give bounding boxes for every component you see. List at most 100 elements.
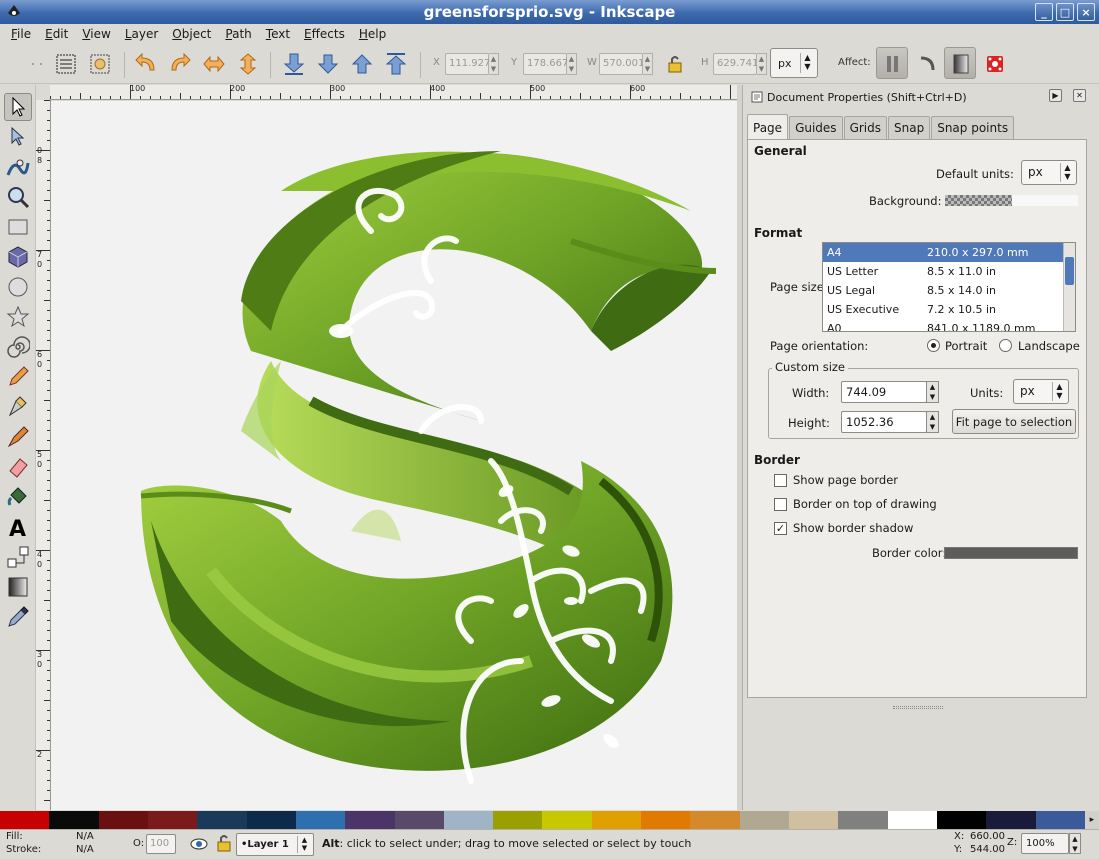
x-field[interactable]: 111.927 <box>445 53 490 75</box>
connector-tool-icon[interactable] <box>6 545 30 569</box>
dropper-tool-icon[interactable] <box>6 605 30 629</box>
zoom-spinner[interactable]: ▲ ▼ <box>1069 833 1081 854</box>
palette-swatch[interactable] <box>246 811 296 829</box>
selector-tool[interactable] <box>4 93 32 121</box>
menu-path[interactable]: Path <box>218 27 258 41</box>
tab-guides[interactable]: Guides <box>789 116 843 139</box>
deselect-icon[interactable] <box>28 52 52 76</box>
green-s-artwork[interactable] <box>51 101 738 810</box>
palette-scroll-arrow[interactable]: ▸ <box>1084 811 1099 829</box>
rotate-ccw-icon[interactable] <box>134 52 158 76</box>
menu-object[interactable]: Object <box>165 27 218 41</box>
palette-swatch[interactable] <box>98 811 148 829</box>
palette-swatch[interactable] <box>936 811 987 829</box>
landscape-radio[interactable] <box>999 339 1012 352</box>
dock-close-button[interactable]: ✕ <box>1073 89 1086 102</box>
palette-swatch[interactable] <box>493 811 543 829</box>
palette-swatch[interactable] <box>542 811 592 829</box>
palette-swatch[interactable] <box>295 811 346 829</box>
raise-icon[interactable] <box>350 52 374 76</box>
gradient-tool-icon[interactable] <box>6 575 30 599</box>
h-spinner[interactable]: ▲ ▼ <box>757 53 767 75</box>
x-spinner[interactable]: ▲ ▼ <box>489 53 499 75</box>
palette-swatch[interactable] <box>1035 811 1085 829</box>
border-on-top-checkbox[interactable] <box>774 498 787 511</box>
flip-horizontal-icon[interactable] <box>202 52 226 76</box>
transform-patterns-button[interactable] <box>978 47 1010 79</box>
menu-edit[interactable]: Edit <box>38 27 75 41</box>
palette-swatch[interactable] <box>641 811 691 829</box>
palette-swatch[interactable] <box>443 811 494 829</box>
menu-help[interactable]: Help <box>352 27 393 41</box>
menu-layer[interactable]: Layer <box>118 27 165 41</box>
show-border-shadow-checkbox[interactable]: ✓ <box>774 522 787 535</box>
pen-tool-icon[interactable] <box>6 395 30 419</box>
dock-resize-handle[interactable] <box>893 706 943 709</box>
width-spinner[interactable]: ▲ ▼ <box>926 381 939 403</box>
pencil-tool-icon[interactable] <box>6 365 30 389</box>
palette-swatch[interactable] <box>789 811 839 829</box>
y-field[interactable]: 178.667 <box>523 53 568 75</box>
palette-swatch[interactable] <box>739 811 789 829</box>
drawing-canvas[interactable] <box>51 101 738 810</box>
select-all-layers-icon[interactable] <box>88 52 112 76</box>
transform-gradients-button[interactable] <box>944 47 976 79</box>
lower-to-bottom-icon[interactable] <box>282 52 306 76</box>
palette-swatch[interactable] <box>197 811 247 829</box>
background-color-swatch[interactable] <box>945 195 1012 206</box>
vertical-ruler[interactable]: 0 8 7 0 6 0 5 0 4 0 3 0 2 <box>36 100 51 810</box>
rotate-cw-icon[interactable] <box>168 52 192 76</box>
palette-swatch[interactable] <box>887 811 937 829</box>
maximize-button[interactable]: □ <box>1056 3 1074 21</box>
list-scrollbar[interactable] <box>1063 243 1075 331</box>
layer-lock-icon[interactable] <box>216 834 232 852</box>
unit-select[interactable]: px ▲ ▼ <box>770 48 818 78</box>
list-item[interactable]: A4 210.0 x 297.0 mm <box>823 243 1065 262</box>
node-tool-icon[interactable] <box>6 125 30 149</box>
zoom-tool-icon[interactable] <box>6 185 30 209</box>
raise-to-top-icon[interactable] <box>384 52 408 76</box>
flip-vertical-icon[interactable] <box>236 52 260 76</box>
stroke-value[interactable]: N/A <box>76 844 94 855</box>
palette-swatch[interactable] <box>838 811 888 829</box>
text-tool-icon[interactable]: A <box>6 515 30 539</box>
palette-swatch[interactable] <box>147 811 198 829</box>
star-tool-icon[interactable] <box>6 305 30 329</box>
tab-snap[interactable]: Snap <box>888 116 931 139</box>
palette-swatch[interactable] <box>49 811 99 829</box>
tab-grids[interactable]: Grids <box>843 116 887 139</box>
zoom-field[interactable]: 100% <box>1021 833 1069 854</box>
height-spinner[interactable]: ▲ ▼ <box>926 411 939 433</box>
list-item[interactable]: US Legal 8.5 x 14.0 in <box>823 281 1065 300</box>
dock-iconify-button[interactable]: ▶ <box>1049 89 1062 102</box>
minimize-button[interactable]: _ <box>1035 3 1053 21</box>
menu-effects[interactable]: Effects <box>297 27 352 41</box>
tweak-tool-icon[interactable] <box>6 155 30 179</box>
rectangle-tool-icon[interactable] <box>6 215 30 239</box>
palette-swatch[interactable] <box>0 811 50 829</box>
palette-swatch[interactable] <box>591 811 642 829</box>
show-page-border-checkbox[interactable] <box>774 474 787 487</box>
list-item[interactable]: US Letter 8.5 x 11.0 in <box>823 262 1065 281</box>
calligraphy-tool-icon[interactable] <box>6 425 30 449</box>
w-spinner[interactable]: ▲ ▼ <box>643 53 653 75</box>
spiral-tool-icon[interactable] <box>6 335 30 359</box>
h-field[interactable]: 629.741 <box>713 53 758 75</box>
3d-box-tool-icon[interactable] <box>6 245 30 269</box>
opacity-field[interactable]: 100 <box>146 834 176 854</box>
scale-stroke-button[interactable] <box>876 47 908 79</box>
lock-icon[interactable] <box>665 54 685 74</box>
menu-file[interactable]: File <box>4 27 38 41</box>
width-field[interactable]: 744.09 ▲ ▼ <box>841 381 939 403</box>
palette-swatch[interactable] <box>986 811 1036 829</box>
horizontal-ruler[interactable]: 100 200 300 400 500 600 <box>50 85 738 100</box>
lower-icon[interactable] <box>316 52 340 76</box>
default-units-select[interactable]: px ▲ ▼ <box>1021 160 1077 185</box>
fit-page-to-selection-button[interactable]: Fit page to selection <box>952 409 1076 434</box>
tab-snap-points[interactable]: Snap points <box>931 116 1015 139</box>
close-button[interactable]: × <box>1077 3 1095 21</box>
scrollbar-thumb[interactable] <box>1065 257 1074 285</box>
palette-swatch[interactable] <box>394 811 444 829</box>
ellipse-tool-icon[interactable] <box>6 275 30 299</box>
list-item[interactable]: A0 841.0 x 1189.0 mm <box>823 319 1065 331</box>
